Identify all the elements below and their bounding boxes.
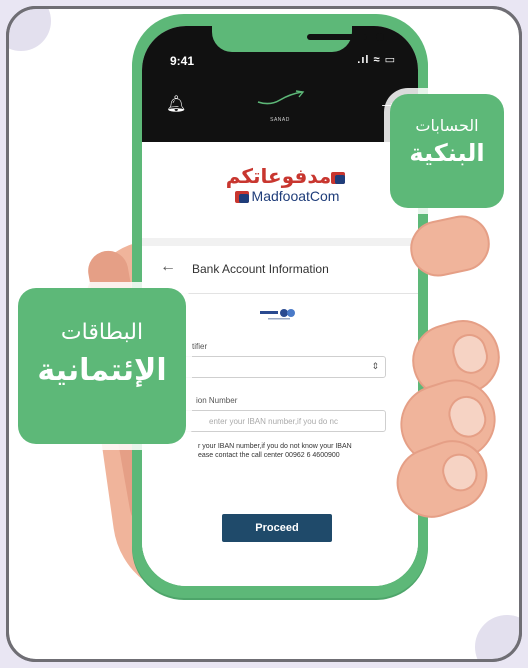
app-top-bar: 9:41 .ıl ≈ ▭ 🔔︎ SANAD → xyxy=(142,26,418,142)
proceed-button[interactable]: Proceed xyxy=(222,514,332,542)
back-arrow-icon[interactable]: ← xyxy=(160,258,176,276)
iban-input[interactable]: enter your IBAN number,if you do nc xyxy=(152,410,386,432)
madfooat-logo-english: MadfooatCom xyxy=(222,188,352,204)
bank-info-header: ← Bank Account Information xyxy=(142,246,418,294)
bank-badge-line2: البنكية xyxy=(409,139,485,167)
credit-cards-badge: البطاقات الإئتمانية xyxy=(18,288,186,444)
iban-placeholder: enter your IBAN number,if you do nc xyxy=(209,417,338,426)
identifier-select[interactable]: ⇕ xyxy=(152,356,386,378)
sanad-logo: SANAD xyxy=(250,88,310,124)
status-icons: .ıl ≈ ▭ xyxy=(357,54,396,66)
corner-decoration xyxy=(475,615,519,659)
madfooat-mark-icon xyxy=(331,171,346,184)
cards-badge-line1: البطاقات xyxy=(60,320,144,345)
iban-help-text: r your IBAN number,if you do not know yo… xyxy=(198,443,352,460)
cards-badge-line2: الإئتمانية xyxy=(37,353,167,388)
identifier-label: tifier xyxy=(192,342,208,351)
phone-notch xyxy=(212,26,384,52)
madfooat-mark-icon xyxy=(234,191,249,204)
sanad-label: SANAD xyxy=(270,117,290,123)
bank-logo-icon xyxy=(254,306,304,322)
select-caret-icon: ⇕ xyxy=(371,361,379,371)
corner-decoration xyxy=(9,9,51,51)
madfooat-logo-arabic: مدفوعاتكم xyxy=(222,164,352,188)
madfooat-logo-card: مدفوعاتكم MadfooatCom xyxy=(142,142,418,238)
bell-icon[interactable]: 🔔︎ xyxy=(166,94,186,114)
iban-label: ion Number xyxy=(196,396,238,405)
bank-badge-line1: الحسابات xyxy=(415,116,479,135)
status-time: 9:41 xyxy=(170,54,195,68)
bank-info-title: Bank Account Information xyxy=(192,262,329,276)
bank-accounts-badge: الحسابات البنكية xyxy=(390,94,504,208)
